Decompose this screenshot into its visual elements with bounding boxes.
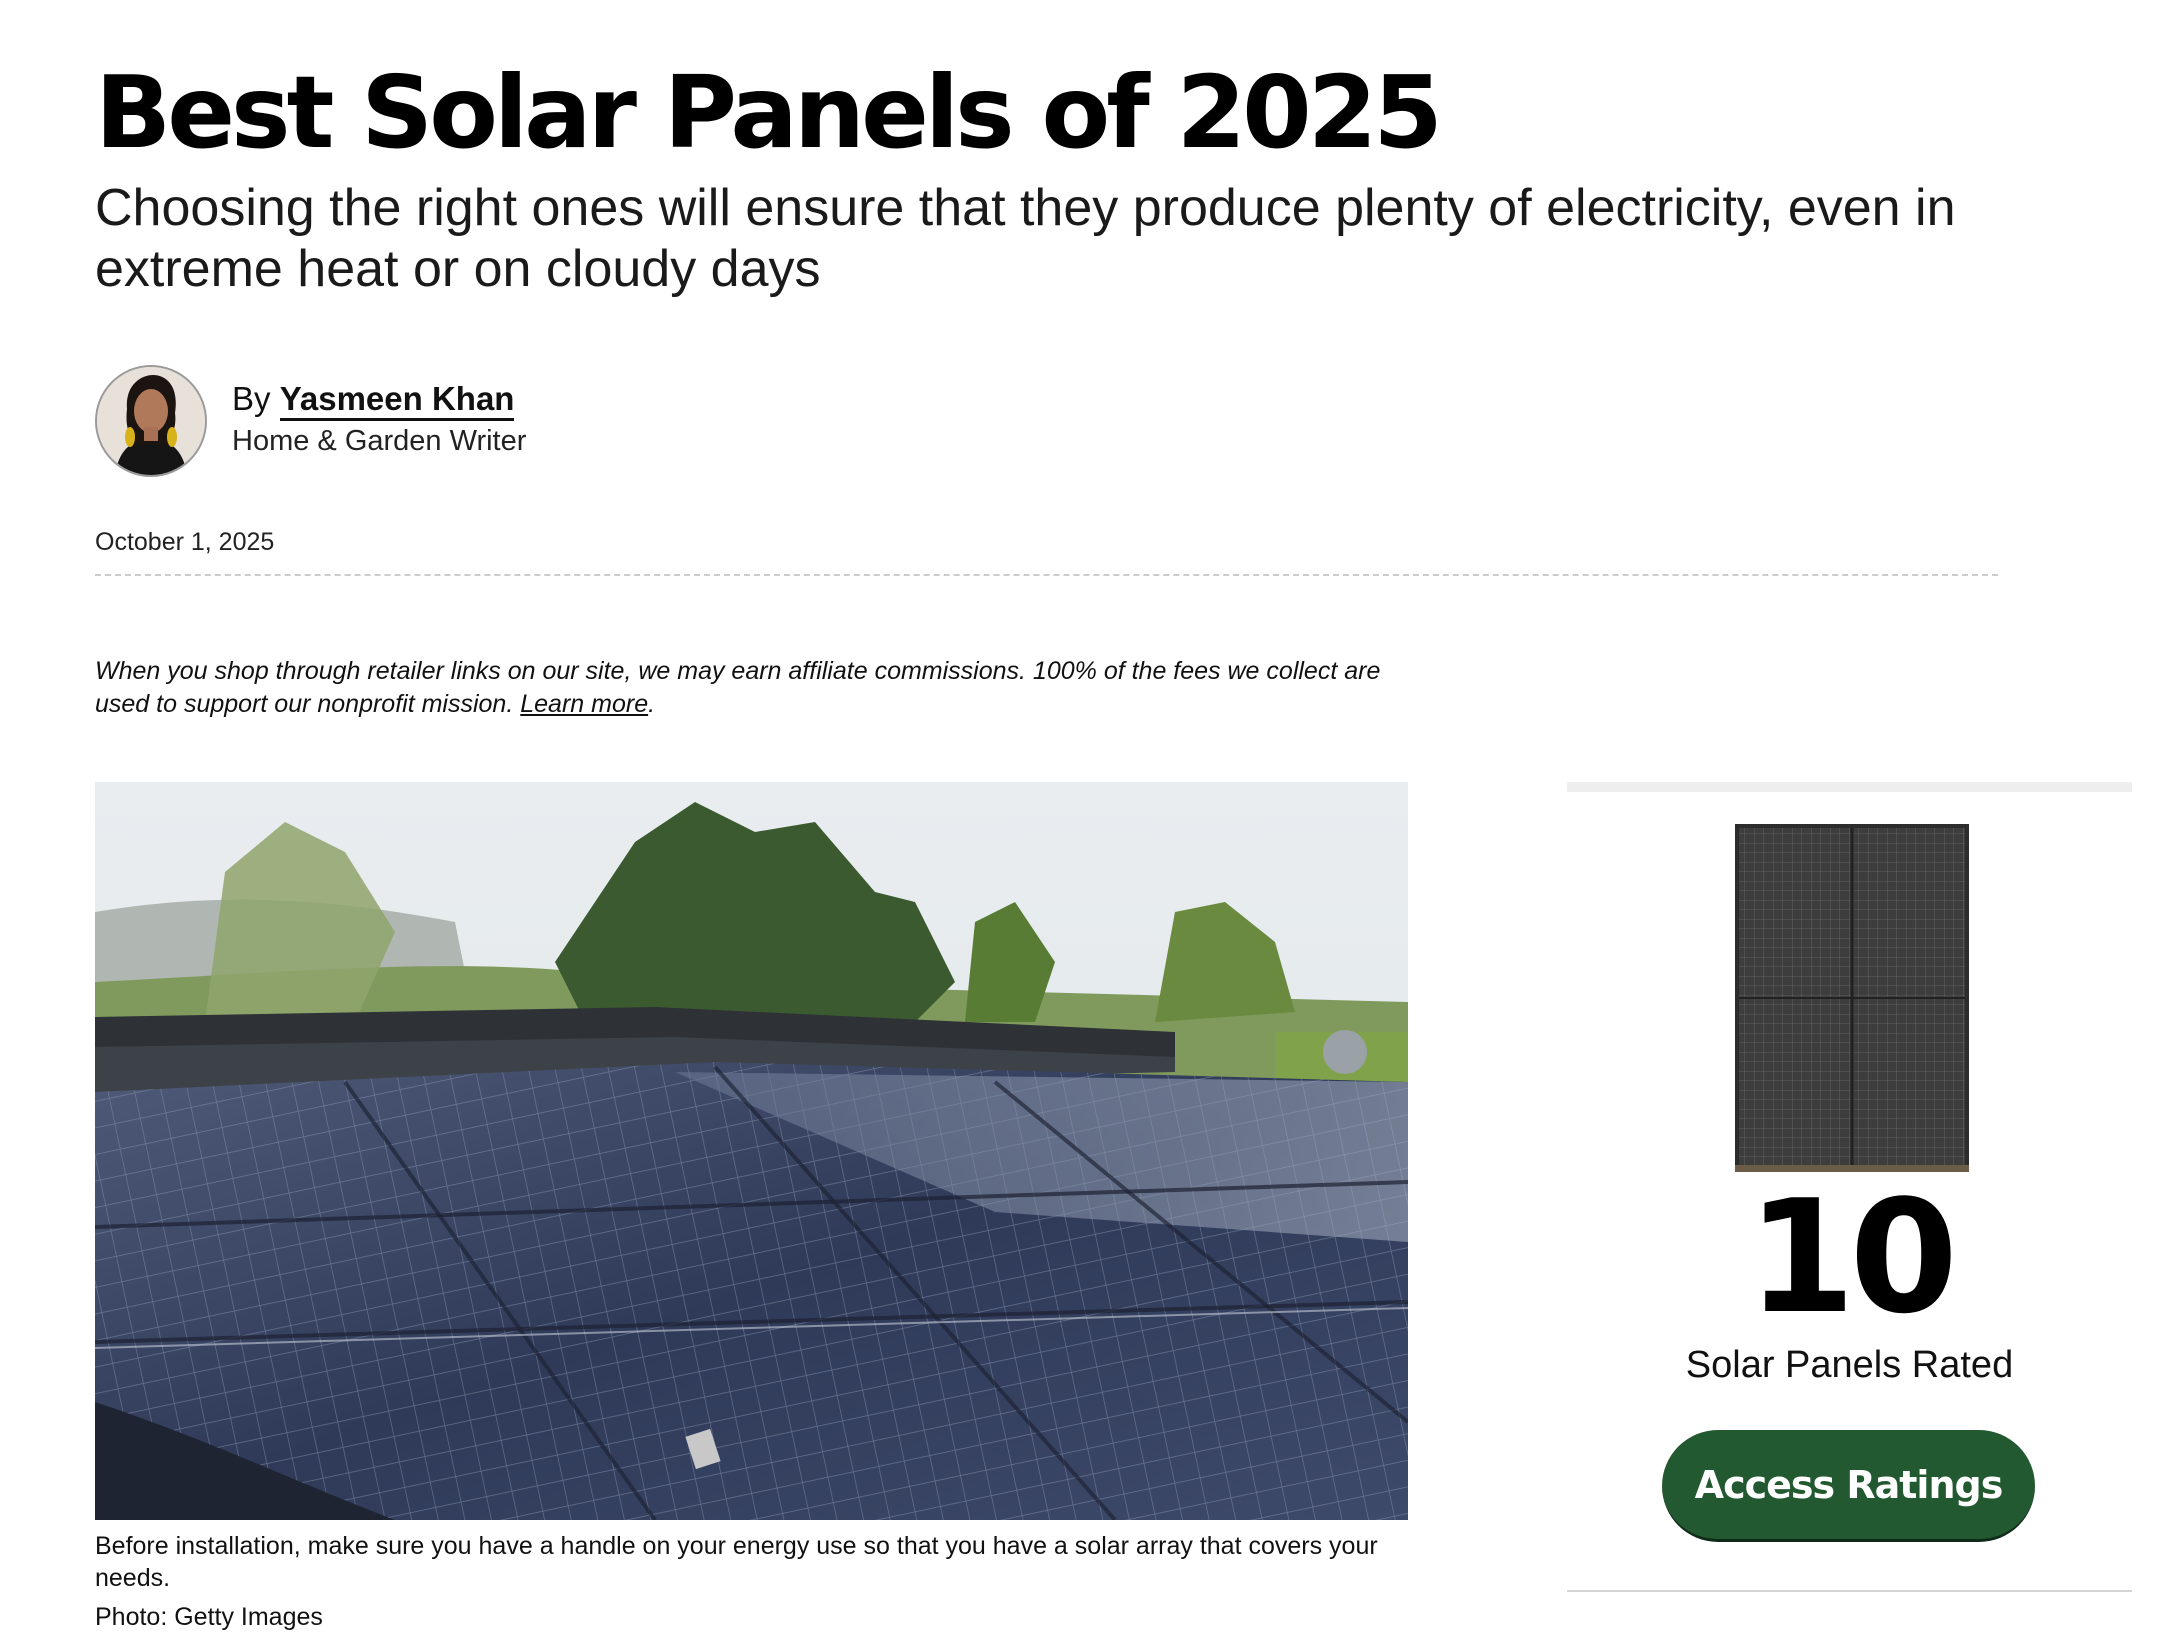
rated-count-label: Solar Panels Rated <box>1685 1344 2014 1386</box>
rated-count: 10 <box>1746 1166 1958 1348</box>
dashed-divider <box>95 574 1998 576</box>
author-byline: By Yasmeen Khan Home & Garden Writer <box>95 365 795 477</box>
article-page: Best Solar Panels of 2025 Choosing the r… <box>95 0 2135 1640</box>
hero-caption: Before installation, make sure you have … <box>95 1532 1378 1592</box>
access-ratings-button[interactable]: Access Ratings <box>1662 1430 2035 1542</box>
solar-panel-product-image <box>1735 824 1969 1172</box>
author-name-link[interactable]: Yasmeen Khan <box>279 380 515 421</box>
affiliate-disclosure: When you shop through retailer links on … <box>95 655 1395 721</box>
author-line: By Yasmeen Khan <box>232 379 515 421</box>
article-subtitle: Choosing the right ones will ensure that… <box>95 179 1956 298</box>
solar-roof-photo <box>95 782 1408 1520</box>
author-portrait-icon <box>97 367 205 475</box>
affiliate-end: . <box>648 690 656 718</box>
photo-credit: Photo: Getty Images <box>95 1603 323 1631</box>
by-label: By <box>232 380 271 417</box>
sidebar-bottom-divider <box>1567 1590 2132 1592</box>
learn-more-link[interactable]: Learn more <box>520 690 648 718</box>
publish-date: October 1, 2025 <box>95 528 275 556</box>
author-role: Home & Garden Writer <box>232 425 527 457</box>
affiliate-text: When you shop through retailer links on … <box>95 657 1381 718</box>
sidebar-top-bar <box>1567 782 2132 792</box>
article-title: Best Solar Panels of 2025 <box>95 54 1443 171</box>
author-avatar[interactable] <box>95 365 207 477</box>
ratings-sidebar: 10 Solar Panels Rated Access Ratings <box>1567 782 2132 1592</box>
solar-panel-icon <box>1735 824 1969 1172</box>
hero-image <box>95 782 1408 1520</box>
